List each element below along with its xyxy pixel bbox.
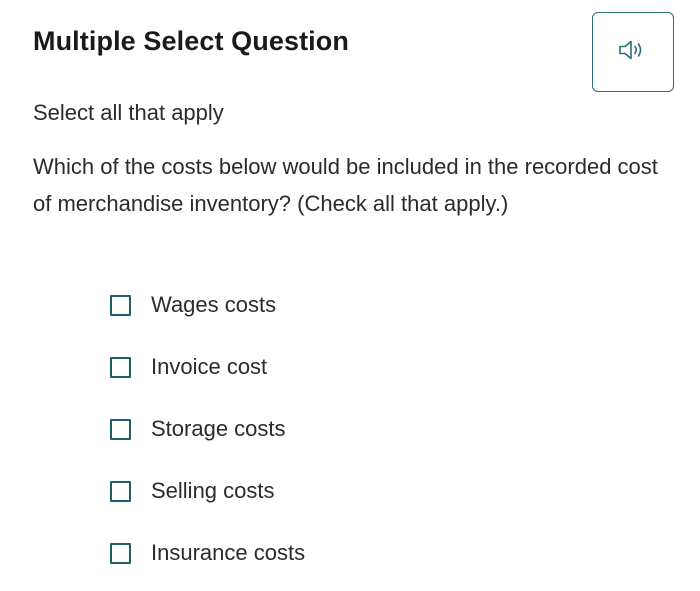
options-list: Wages costs Invoice cost Storage costs S… [110, 278, 305, 584]
option-invoice-cost[interactable]: Invoice cost [110, 336, 305, 398]
checkbox[interactable] [110, 542, 131, 564]
page-title: Multiple Select Question [33, 26, 349, 56]
question-prompt: Which of the costs below would be includ… [33, 154, 658, 216]
option-storage-costs[interactable]: Storage costs [110, 398, 305, 460]
checkbox[interactable] [110, 356, 131, 378]
option-insurance-costs[interactable]: Insurance costs [110, 522, 305, 584]
checkbox[interactable] [110, 480, 131, 502]
checkbox[interactable] [110, 294, 131, 316]
read-aloud-button[interactable] [592, 12, 674, 92]
option-selling-costs[interactable]: Selling costs [110, 460, 305, 522]
option-label: Selling costs [151, 478, 275, 503]
checkbox[interactable] [110, 418, 131, 440]
option-label: Insurance costs [151, 540, 306, 565]
option-wages-costs[interactable]: Wages costs [110, 274, 305, 336]
option-label: Storage costs [151, 416, 286, 441]
instruction-text: Select all that apply [33, 100, 224, 125]
option-label: Invoice cost [151, 354, 268, 379]
option-label: Wages costs [151, 292, 277, 317]
speaker-icon [618, 38, 648, 67]
